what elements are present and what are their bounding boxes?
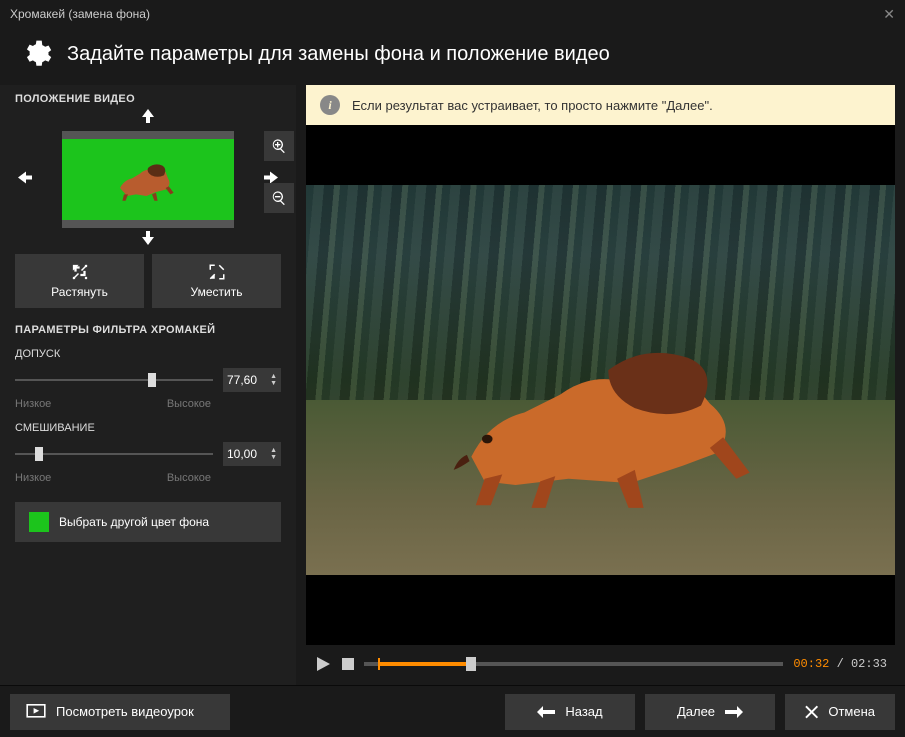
filter-section-label: ПАРАМЕТРЫ ФИЛЬТРА ХРОМАКЕЙ xyxy=(15,324,281,336)
move-up-button[interactable] xyxy=(140,109,156,128)
blend-input[interactable]: 10,00▲▼ xyxy=(223,442,281,466)
tolerance-input[interactable]: 77,60▲▼ xyxy=(223,368,281,392)
tolerance-label: ДОПУСК xyxy=(15,348,281,360)
color-swatch xyxy=(29,512,49,532)
stop-button[interactable] xyxy=(342,658,354,670)
spinner-arrows-icon[interactable]: ▲▼ xyxy=(270,447,277,461)
blend-slider[interactable] xyxy=(15,453,213,455)
move-down-button[interactable] xyxy=(140,231,156,250)
tutorial-button[interactable]: Посмотреть видеоурок xyxy=(10,694,230,730)
tolerance-low-label: Низкое xyxy=(15,398,51,410)
lion-preview-icon xyxy=(436,333,789,510)
back-label: Назад xyxy=(565,704,602,719)
stretch-icon xyxy=(71,263,89,281)
stretch-label: Растянуть xyxy=(51,285,108,299)
tolerance-high-label: Высокое xyxy=(167,398,211,410)
cancel-button[interactable]: Отмена xyxy=(785,694,895,730)
zoom-in-button[interactable] xyxy=(264,131,294,161)
blend-high-label: Высокое xyxy=(167,472,211,484)
pick-color-label: Выбрать другой цвет фона xyxy=(59,515,209,529)
spinner-arrows-icon[interactable]: ▲▼ xyxy=(270,373,277,387)
next-button[interactable]: Далее xyxy=(645,694,775,730)
info-text: Если результат вас устраивает, то просто… xyxy=(352,98,713,113)
lion-thumbnail-icon xyxy=(108,155,188,205)
next-label: Далее xyxy=(677,704,715,719)
pick-color-button[interactable]: Выбрать другой цвет фона xyxy=(15,502,281,542)
video-play-icon xyxy=(26,704,46,720)
timeline-slider[interactable] xyxy=(364,662,783,666)
move-left-button[interactable] xyxy=(18,169,32,190)
close-icon[interactable]: ✕ xyxy=(883,6,895,23)
position-section-label: ПОЛОЖЕНИЕ ВИДЕО xyxy=(15,93,281,105)
fit-button[interactable]: Уместить xyxy=(152,254,281,308)
gear-icon xyxy=(20,38,52,70)
page-title: Задайте параметры для замены фона и поло… xyxy=(67,43,610,66)
blend-low-label: Низкое xyxy=(15,472,51,484)
info-icon: i xyxy=(320,95,340,115)
tolerance-slider[interactable] xyxy=(15,379,213,381)
fit-icon xyxy=(208,263,226,281)
window-title: Хромакей (замена фона) xyxy=(10,7,150,21)
video-preview xyxy=(306,125,895,645)
info-bar: i Если результат вас устраивает, то прос… xyxy=(306,85,895,125)
cancel-label: Отмена xyxy=(828,704,875,719)
back-button[interactable]: Назад xyxy=(505,694,635,730)
blend-label: СМЕШИВАНИЕ xyxy=(15,422,281,434)
zoom-out-button[interactable] xyxy=(264,183,294,213)
stretch-button[interactable]: Растянуть xyxy=(15,254,144,308)
fit-label: Уместить xyxy=(191,285,243,299)
tutorial-label: Посмотреть видеоурок xyxy=(56,704,194,719)
close-icon xyxy=(805,705,818,719)
time-display: 00:32 / 02:33 xyxy=(793,657,887,671)
position-thumbnail[interactable] xyxy=(62,131,234,228)
arrow-right-icon xyxy=(725,706,743,718)
play-button[interactable] xyxy=(314,655,332,673)
arrow-left-icon xyxy=(537,706,555,718)
